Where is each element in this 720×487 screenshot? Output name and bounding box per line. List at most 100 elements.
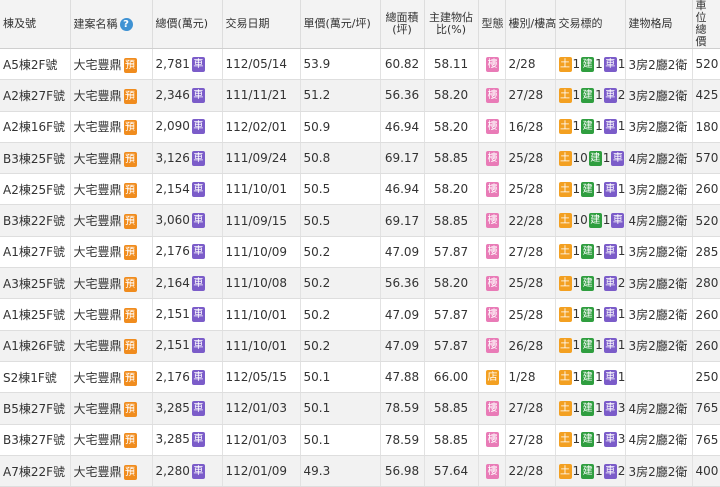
area-cell: 56.36 [380,267,425,300]
col-header-parking-price[interactable]: 車位總價 [692,0,720,49]
price-cell: 3,285 車 [152,392,223,425]
col-header-unit-price[interactable]: 單價(萬元/坪) [300,0,381,49]
ratio-cell: 57.87 [424,236,479,269]
layout-cell: 4房2廳2衛 [625,204,693,237]
date-cell: 112/02/01 [222,111,301,143]
layout-cell: 3房2廳2衛 [625,111,693,143]
table-row[interactable]: A3棟25F號 大宅豐鼎預 2,164 車 111/10/08 50.2 56.36 58.2… [0,267,720,300]
col-header-layout[interactable]: 建物格局 [625,0,693,49]
area-cell: 47.09 [380,330,425,362]
presale-badge-icon: 預 [123,120,137,136]
date-cell: 111/10/01 [222,298,301,331]
layout-cell: 3房2廳2衛 [625,298,693,331]
car-badge-icon: 車 [191,244,205,260]
area-cell: 78.59 [380,392,425,425]
project-cell[interactable]: 大宅豐鼎預 [70,79,153,112]
car-badge-icon: 車 [191,275,205,291]
table-row[interactable]: A2棟16F號 大宅豐鼎預 2,090 車 112/02/01 50.9 46.94 58.2… [0,111,720,143]
parking-cell: 260 [692,173,720,206]
table-row[interactable]: B3棟22F號 大宅豐鼎預 3,060 車 111/09/15 50.5 69.17 58.8… [0,204,720,237]
table-row[interactable]: A2棟27F號 大宅豐鼎預 2,346 車 111/11/21 51.2 56.36 58.2… [0,79,720,112]
date-cell: 112/01/03 [222,392,301,425]
project-cell[interactable]: 大宅豐鼎預 [70,111,153,143]
project-cell[interactable]: 大宅豐鼎預 [70,204,153,237]
car-count: 1 [617,369,625,384]
table-row[interactable]: A5棟2F號 大宅豐鼎預 2,781 車 112/05/14 53.9 60.82 58.11… [0,48,720,81]
table-row[interactable]: A2棟25F號 大宅豐鼎預 2,154 車 111/10/01 50.5 46.94 58.2… [0,173,720,206]
type-cell: 店 [478,361,506,394]
car-badge-icon: 車 [611,213,624,229]
project-cell[interactable]: 大宅豐鼎預 [70,267,153,300]
unit-cell: A2棟16F號 [0,111,71,143]
type-cell: 樓 [478,111,506,143]
table-row[interactable]: A1棟27F號 大宅豐鼎預 2,176 車 111/10/09 50.2 47.09 57.8… [0,236,720,269]
project-name: 大宅豐鼎 [73,433,122,448]
total-price: 3,285 [155,432,190,447]
layout-cell: 3房2廳2衛 [625,79,693,112]
land-count: 1 [572,56,581,71]
unit-cell: B3棟25F號 [0,142,71,175]
type-cell: 樓 [478,392,506,425]
table-row[interactable]: S2棟1F號 大宅豐鼎預 2,176 車 112/05/15 50.1 47.88 66.00… [0,361,720,394]
col-header-trade-target[interactable]: 交易標的 [555,0,626,49]
ratio-cell: 58.85 [424,392,479,425]
col-header-building-no[interactable]: 棟及號 [0,0,71,49]
type-badge-icon: 樓 [486,119,499,135]
project-cell[interactable]: 大宅豐鼎預 [70,142,153,175]
project-cell[interactable]: 大宅豐鼎預 [70,392,153,425]
date-cell: 111/10/01 [222,173,301,206]
car-badge-icon: 車 [611,150,624,166]
area-cell: 47.09 [380,298,425,331]
col-header-trade-date[interactable]: 交易日期 [222,0,301,49]
price-cell: 2,781 車 [152,48,223,81]
presale-badge-icon: 預 [123,433,137,449]
total-price: 2,176 [155,244,190,259]
project-cell[interactable]: 大宅豐鼎預 [70,455,153,487]
build-count: 1 [595,400,603,415]
project-cell[interactable]: 大宅豐鼎預 [70,298,153,331]
car-badge-icon: 車 [603,56,617,72]
col-header-total-price[interactable]: 總價(萬元) [152,0,223,49]
area-cell: 60.82 [380,48,425,81]
col-header-type[interactable]: 型態 [478,0,506,49]
presale-badge-icon: 預 [123,308,137,324]
build-count: 1 [595,463,603,478]
col-header-main-ratio[interactable]: 主建物佔比(%) [424,0,479,49]
land-count: 1 [572,432,581,447]
project-name: 大宅豐鼎 [73,401,122,416]
build-count: 1 [602,150,611,165]
layout-cell: 3房2廳2衛 [625,236,693,269]
date-cell: 111/11/21 [222,79,301,112]
project-cell[interactable]: 大宅豐鼎預 [70,361,153,394]
table-row[interactable]: A1棟25F號 大宅豐鼎預 2,151 車 111/10/01 50.2 47.09 57.8… [0,298,720,331]
price-cell: 2,176 車 [152,361,223,394]
build-badge-icon: 建 [581,369,595,385]
project-cell[interactable]: 大宅豐鼎預 [70,48,153,81]
area-cell: 56.36 [380,79,425,112]
project-cell[interactable]: 大宅豐鼎預 [70,330,153,362]
project-cell[interactable]: 大宅豐鼎預 [70,173,153,206]
table-row[interactable]: A1棟26F號 大宅豐鼎預 2,151 車 111/10/01 50.2 47.09 57.8… [0,330,720,362]
floor-cell: 25/28 [505,142,556,175]
unit-price-cell: 53.9 [300,48,381,81]
floor-cell: 22/28 [505,455,556,487]
presale-badge-icon: 預 [123,57,137,73]
table-row[interactable]: B5棟27F號 大宅豐鼎預 3,285 車 112/01/03 50.1 78.59 58.8… [0,392,720,425]
col-header-total-area[interactable]: 總面積(坪) [380,0,425,49]
table-row[interactable]: B3棟25F號 大宅豐鼎預 3,126 車 111/09/24 50.8 69.17 58.8… [0,142,720,175]
col-header-project-name[interactable]: 建案名稱? [70,0,153,49]
trade-target-cell: 土10建1車2 [555,204,626,237]
col-header-floor[interactable]: 樓別/樓高 [505,0,556,49]
unit-cell: A2棟25F號 [0,173,71,206]
type-cell: 樓 [478,48,506,81]
trade-target-cell: 土1建1車2 [555,267,626,300]
area-cell: 78.59 [380,424,425,456]
project-cell[interactable]: 大宅豐鼎預 [70,236,153,269]
project-cell[interactable]: 大宅豐鼎預 [70,424,153,456]
table-row[interactable]: A7棟22F號 大宅豐鼎預 2,280 車 112/01/09 49.3 56.98 57.6… [0,455,720,487]
unit-price-cell: 50.1 [300,424,381,456]
table-row[interactable]: B3棟27F號 大宅豐鼎預 3,285 車 112/01/03 50.1 78.59 58.8… [0,424,720,456]
price-cell: 2,346 車 [152,79,223,112]
ratio-cell: 57.64 [424,455,479,487]
help-icon[interactable]: ? [119,17,133,31]
